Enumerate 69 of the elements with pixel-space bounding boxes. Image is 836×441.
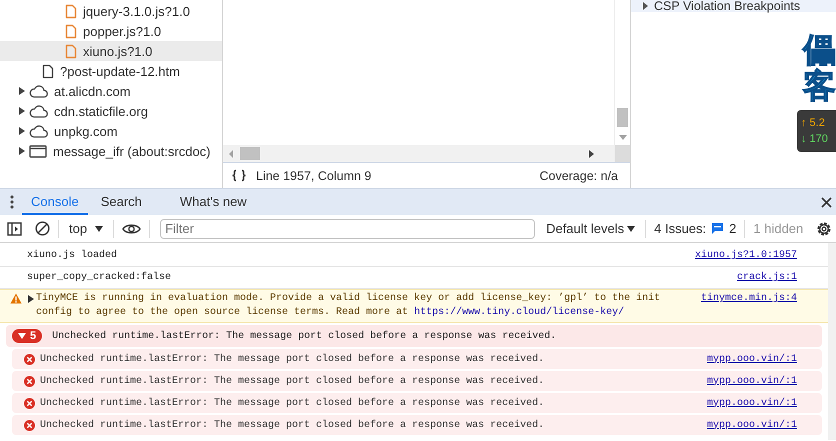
error-icon — [24, 354, 35, 364]
filter-field[interactable]: Filter — [160, 218, 536, 238]
cursor-position: Line 1957, Column 9 — [256, 168, 372, 182]
tree-item[interactable]: jquery-3.1.0.js?1.0 — [0, 1, 222, 21]
hidden-count: 1 hidden — [753, 221, 804, 236]
error-message: Unchecked runtime.lastError: The message port closed before a response was received. — [40, 398, 546, 408]
console-scrollbar[interactable] — [828, 243, 836, 440]
drawer-tab[interactable]: What's new — [170, 189, 256, 215]
message-icon — [712, 223, 724, 234]
expand-arrow-icon[interactable] — [19, 127, 25, 135]
script-file-icon — [65, 44, 77, 58]
warning-message: TinyMCE is running in evaluation mode. Provide a valid license key or add license_key: ’gpl’ to the init config to agree to the open source license terms. Read more at https://www.tiny.cloud/license-key/ — [36, 292, 662, 320]
tree-item[interactable]: xiuno.js?1.0 — [0, 41, 222, 61]
script-file-icon — [65, 24, 77, 38]
issues-count: 2 — [729, 221, 736, 236]
tree-item[interactable]: cdn.staticfile.org — [0, 101, 222, 121]
expand-arrow-icon[interactable] — [643, 2, 648, 10]
error-message: Unchecked runtime.lastError: The message port closed before a response was received. — [40, 420, 546, 430]
expand-arrow-icon[interactable] — [28, 295, 34, 303]
tree-item[interactable]: at.alicdn.com — [0, 81, 222, 101]
error-message: Unchecked runtime.lastError: The message port closed before a response was received. — [40, 376, 546, 386]
issues-button[interactable]: 4 Issues: 2 — [654, 221, 736, 236]
source-link[interactable]: mypp.ooo.vin/:1 — [693, 398, 797, 408]
error-message: Unchecked runtime.lastError: The message port closed before a response was received. — [52, 330, 558, 342]
overlay-characters: 儡客 — [803, 32, 836, 105]
horizontal-scrollbar[interactable] — [223, 145, 614, 162]
log-levels-dropdown[interactable]: Default levels — [544, 221, 638, 236]
format-braces-icon[interactable] — [231, 169, 247, 182]
frame-icon — [29, 144, 47, 158]
expand-arrow-icon[interactable] — [19, 107, 25, 115]
drawer-tab[interactable]: Console — [22, 189, 88, 215]
cloud-icon — [29, 104, 48, 118]
breakpoints-section-header[interactable]: CSP Violation Breakpoints — [631, 0, 836, 12]
collapse-arrow-icon[interactable] — [18, 333, 26, 339]
help-link[interactable]: https://www.tiny.cloud/license-key/ — [414, 307, 624, 318]
error-count-badge[interactable]: 5 — [12, 329, 42, 343]
tree-item[interactable]: message_ifr (about:srcdoc) — [0, 141, 222, 161]
expand-arrow-icon[interactable] — [19, 87, 25, 95]
expand-arrow-icon[interactable] — [19, 147, 25, 155]
error-icon — [24, 398, 35, 408]
coverage-status: Coverage: n/a — [539, 168, 618, 182]
source-link[interactable]: mypp.ooo.vin/:1 — [693, 376, 797, 386]
tree-item[interactable]: ?post-update-12.htm — [0, 61, 222, 81]
error-icon — [24, 420, 35, 430]
source-link[interactable]: crack.js:1 — [693, 272, 797, 283]
cloud-icon — [29, 124, 48, 138]
script-file-icon — [65, 4, 77, 18]
log-message: xiuno.js loaded — [27, 250, 118, 261]
cloud-icon — [29, 84, 48, 98]
source-link[interactable]: mypp.ooo.vin/:1 — [693, 354, 797, 364]
settings-icon[interactable] — [816, 220, 832, 236]
context-dropdown[interactable]: top — [67, 221, 106, 236]
source-link[interactable]: mypp.ooo.vin/:1 — [693, 420, 797, 430]
clear-console-icon[interactable] — [35, 221, 50, 236]
issues-label: 4 Issues: — [654, 221, 706, 236]
error-icon — [24, 376, 35, 386]
upload-speed: ↑ 5.2 — [801, 117, 826, 129]
tree-item[interactable]: popper.js?1.0 — [0, 21, 222, 41]
source-link[interactable]: tinymce.min.js:4 — [693, 292, 797, 306]
eye-icon[interactable] — [122, 222, 142, 234]
download-speed: ↓ 170 — [801, 133, 829, 145]
warning-icon — [10, 293, 22, 304]
log-message: super_copy_cracked:false — [27, 272, 172, 283]
error-message: Unchecked runtime.lastError: The message port closed before a response was received. — [40, 354, 546, 364]
sidebar-toggle-icon[interactable] — [7, 222, 22, 236]
tree-item[interactable]: unpkg.com — [0, 121, 222, 141]
file-icon — [42, 64, 54, 78]
drawer-tab[interactable]: Search — [92, 189, 151, 215]
source-link[interactable]: xiuno.js?1.0:1957 — [693, 250, 797, 261]
